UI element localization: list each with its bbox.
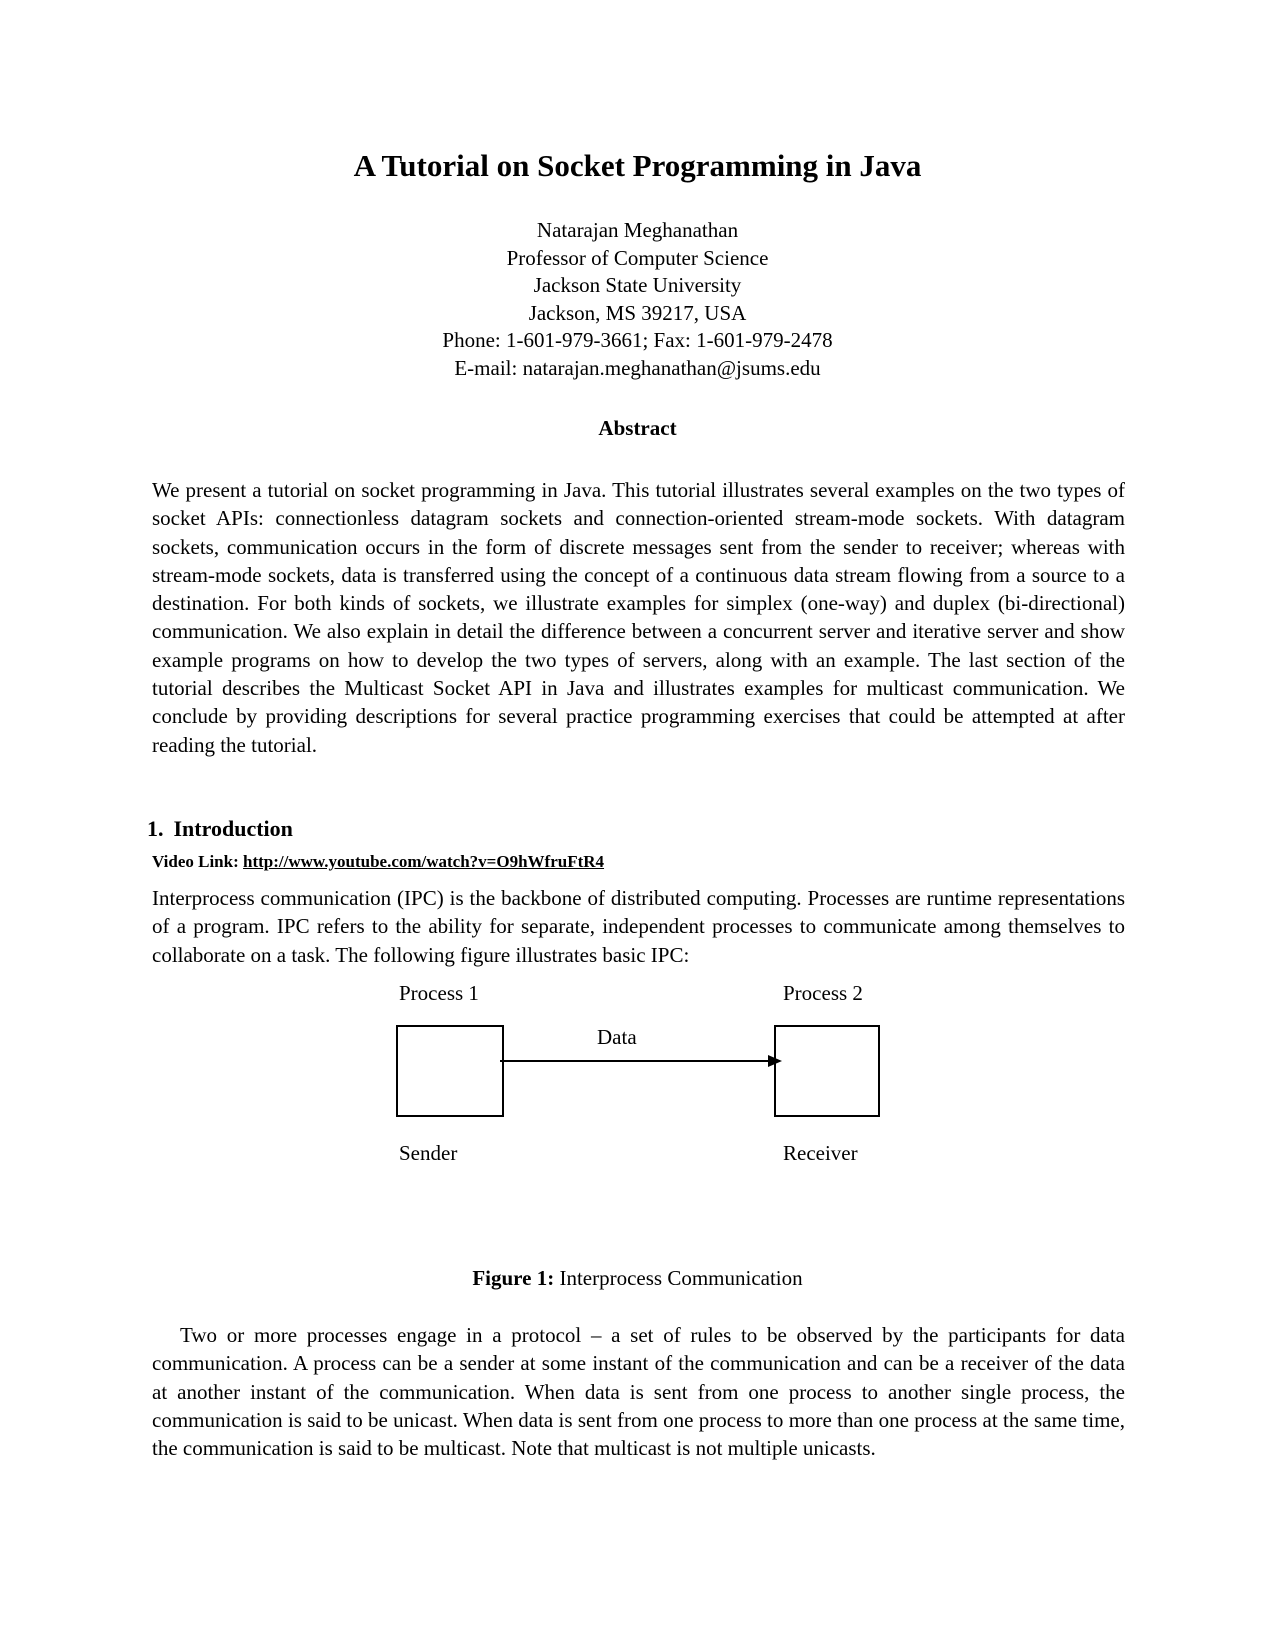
author-block: Natarajan Meghanathan Professor of Compu… xyxy=(0,217,1275,382)
video-link-label: Video Link: xyxy=(152,852,239,871)
arrowhead-icon xyxy=(768,1055,782,1067)
author-position: Professor of Computer Science xyxy=(506,245,769,270)
paper-title: A Tutorial on Socket Programming in Java xyxy=(353,148,922,183)
author-name: Natarajan Meghanathan xyxy=(536,218,739,242)
author-email: E-mail: natarajan.meghanathan@jsums.edu xyxy=(454,355,821,380)
sender-process-box xyxy=(396,1025,504,1117)
receiver-label: Receiver xyxy=(783,1141,858,1165)
process2-label: Process 2 xyxy=(783,981,863,1005)
section-heading-introduction: 1. Introduction xyxy=(147,816,293,842)
process1-label: Process 1 xyxy=(399,981,479,1005)
author-address: Jackson, MS 39217, USA xyxy=(528,300,747,325)
intro-paragraph: Interprocess communication (IPC) is the … xyxy=(152,886,1125,967)
figure-caption-text: Interprocess Communication xyxy=(554,1266,803,1290)
document-page: A Tutorial on Socket Programming in Java… xyxy=(0,0,1275,1650)
video-link[interactable]: http://www.youtube.com/watch?v=O9hWfruFt… xyxy=(243,852,604,871)
author-institution: Jackson State University xyxy=(533,273,742,297)
figure-caption: Figure 1: Interprocess Communication xyxy=(0,1266,1275,1291)
author-phone-fax: Phone: 1-601-979-3661; Fax: 1-601-979-24… xyxy=(442,328,833,352)
section-number: 1. xyxy=(147,816,164,841)
body-paragraph: Two or more processes engage in a protoc… xyxy=(152,1323,1125,1461)
video-link-line: Video Link: http://www.youtube.com/watch… xyxy=(152,852,604,872)
figure-caption-prefix: Figure 1: xyxy=(472,1266,555,1290)
sender-label: Sender xyxy=(399,1141,458,1165)
abstract-text: We present a tutorial on socket programm… xyxy=(152,478,1125,757)
data-arrow-label: Data xyxy=(597,1025,637,1049)
abstract-heading: Abstract xyxy=(598,416,677,440)
section-title: Introduction xyxy=(173,816,293,841)
receiver-process-box xyxy=(774,1025,880,1117)
